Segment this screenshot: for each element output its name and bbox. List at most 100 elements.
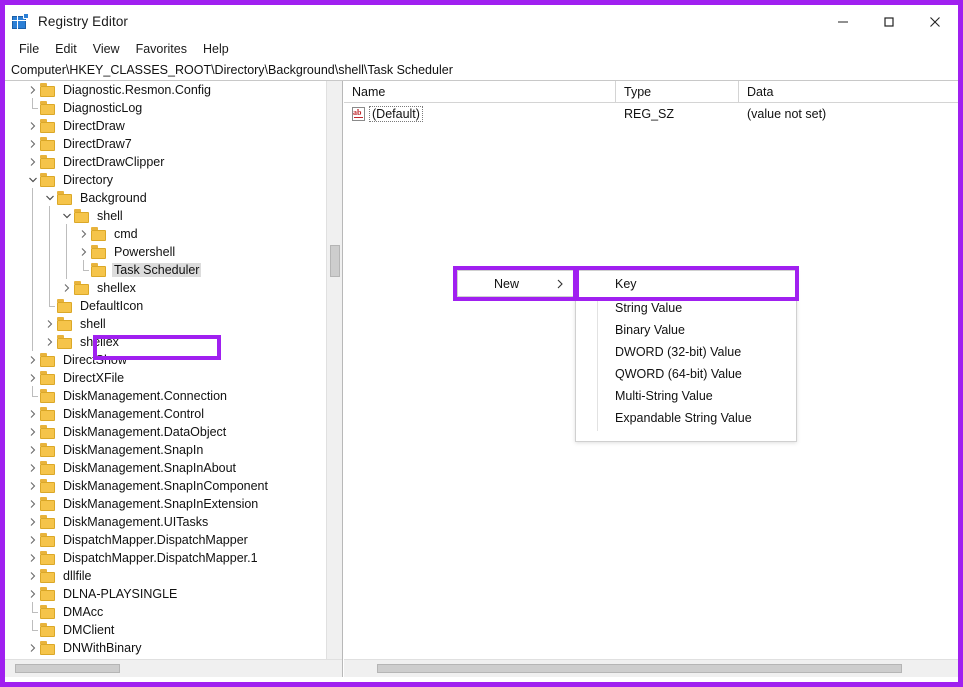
menu-item-file[interactable]: File [11, 40, 47, 58]
tree-vertical-scrollbar[interactable] [326, 81, 342, 659]
table-row[interactable]: ab (Default) REG_SZ (value not set) [344, 103, 958, 125]
folder-icon [57, 191, 74, 205]
tree-item-dllfile[interactable]: dllfile [5, 567, 327, 585]
tree-horizontal-scrollbar[interactable] [5, 659, 342, 677]
tree-item-cmd[interactable]: cmd [5, 224, 327, 243]
tree-vertical-scroll-thumb[interactable] [330, 245, 340, 277]
minimize-button[interactable] [820, 5, 866, 38]
tree-item-diskmanagement-snapin[interactable]: DiskManagement.SnapIn [5, 441, 327, 459]
tree-item-diskmanagement-snapinextension[interactable]: DiskManagement.SnapInExtension [5, 495, 327, 513]
chevron-right-icon[interactable] [25, 81, 40, 99]
tree-item-powershell[interactable]: Powershell [5, 242, 327, 261]
submenu-item-qword-64bit-value[interactable]: QWORD (64-bit) Value [576, 363, 796, 385]
chevron-right-icon[interactable] [76, 225, 91, 243]
tree-item-diskmanagement-snapinabout[interactable]: DiskManagement.SnapInAbout [5, 459, 327, 477]
values-column-headers: Name Type Data [344, 81, 958, 103]
tree-item-directdraw[interactable]: DirectDraw [5, 117, 327, 135]
chevron-right-icon[interactable] [25, 351, 40, 369]
chevron-right-icon[interactable] [76, 243, 91, 261]
tree-item-diskmanagement-dataobject[interactable]: DiskManagement.DataObject [5, 423, 327, 441]
tree-item-diskmanagement-uitasks[interactable]: DiskManagement.UITasks [5, 513, 327, 531]
tree-item-diagnostic-resmon-config[interactable]: Diagnostic.Resmon.Config [5, 81, 327, 99]
submenu-item-dword-32bit-value[interactable]: DWORD (32-bit) Value [576, 341, 796, 363]
chevron-right-icon[interactable] [25, 117, 40, 135]
chevron-down-icon[interactable] [25, 171, 40, 189]
tree-item-shell[interactable]: shell [5, 206, 327, 225]
tree-item-shellex[interactable]: shellex [5, 332, 327, 351]
tree-item-dmacc[interactable]: DMAcc [5, 602, 327, 621]
chevron-right-icon[interactable] [25, 531, 40, 549]
values-horizontal-scroll-thumb[interactable] [377, 664, 902, 673]
tree-item-diskmanagement-connection[interactable]: DiskManagement.Connection [5, 386, 327, 405]
chevron-right-icon[interactable] [25, 369, 40, 387]
submenu-item-binary-value[interactable]: Binary Value [576, 319, 796, 341]
menu-item-help[interactable]: Help [195, 40, 237, 58]
chevron-right-icon[interactable] [25, 405, 40, 423]
maximize-button[interactable] [866, 5, 912, 38]
menu-item-favorites[interactable]: Favorites [128, 40, 195, 58]
tree-item-directshow[interactable]: DirectShow [5, 351, 327, 369]
chevron-down-icon[interactable] [59, 207, 74, 225]
tree-item-directdrawclipper[interactable]: DirectDrawClipper [5, 153, 327, 171]
chevron-right-icon[interactable] [25, 153, 40, 171]
column-header-data[interactable]: Data [739, 81, 958, 103]
tree-item-label: dllfile [63, 569, 92, 583]
tree-item-diskmanagement-control[interactable]: DiskManagement.Control [5, 405, 327, 423]
submenu-item-string-value[interactable]: String Value [576, 297, 796, 319]
registry-tree[interactable]: Diagnostic.Resmon.Config DiagnosticLog Dir… [5, 81, 327, 659]
chevron-right-icon[interactable] [25, 639, 40, 657]
tree-item-defaulticon[interactable]: DefaultIcon [5, 296, 327, 315]
tree-item-dnwithbinary[interactable]: DNWithBinary [5, 639, 327, 657]
tree-item-dlna-playsingle[interactable]: DLNA-PLAYSINGLE [5, 585, 327, 603]
tree-leaf-connector [25, 386, 40, 405]
tree-item-shell[interactable]: shell [5, 314, 327, 333]
tree-item-directory[interactable]: Directory [5, 171, 327, 189]
submenu-item-multi-string-value[interactable]: Multi-String Value [576, 385, 796, 407]
chevron-right-icon[interactable] [25, 585, 40, 603]
chevron-right-icon[interactable] [25, 459, 40, 477]
address-bar[interactable]: Computer\HKEY_CLASSES_ROOT\Directory\Bac… [5, 59, 958, 81]
submenu-item-key[interactable]: Key [576, 271, 796, 297]
close-button[interactable] [912, 5, 958, 38]
tree-item-diskmanagement-snapincomponent[interactable]: DiskManagement.SnapInComponent [5, 477, 327, 495]
tree-item-label: shell [97, 209, 123, 223]
chevron-right-icon[interactable] [25, 567, 40, 585]
chevron-right-icon[interactable] [25, 495, 40, 513]
chevron-right-icon[interactable] [42, 333, 57, 351]
tree-item-shellex[interactable]: shellex [5, 278, 327, 297]
context-menu-item-new[interactable]: New [457, 270, 575, 297]
chevron-down-icon[interactable] [42, 189, 57, 207]
chevron-right-icon[interactable] [25, 513, 40, 531]
tree-item-task-scheduler[interactable]: Task Scheduler [5, 260, 327, 279]
chevron-right-icon[interactable] [25, 423, 40, 441]
values-horizontal-scrollbar[interactable] [344, 659, 958, 677]
tree-item-dispatchmapper-dispatchmapper-1[interactable]: DispatchMapper.DispatchMapper.1 [5, 549, 327, 567]
submenu-item-expandable-string-value[interactable]: Expandable String Value [576, 407, 796, 429]
chevron-right-icon[interactable] [25, 549, 40, 567]
column-header-type[interactable]: Type [616, 81, 739, 103]
chevron-right-icon[interactable] [25, 441, 40, 459]
column-header-name[interactable]: Name [344, 81, 616, 103]
chevron-right-icon[interactable] [25, 477, 40, 495]
tree-item-background[interactable]: Background [5, 188, 327, 207]
tree-item-directdraw7[interactable]: DirectDraw7 [5, 135, 327, 153]
chevron-right-icon[interactable] [42, 315, 57, 333]
chevron-right-icon[interactable] [59, 279, 74, 297]
tree-item-dispatchmapper-dispatchmapper[interactable]: DispatchMapper.DispatchMapper [5, 531, 327, 549]
values-list: ab (Default) REG_SZ (value not set) [344, 103, 958, 125]
tree-item-dmclient[interactable]: DMClient [5, 620, 327, 639]
tree-item-diagnosticlog[interactable]: DiagnosticLog [5, 98, 327, 117]
chevron-right-icon[interactable] [25, 135, 40, 153]
menu-item-view[interactable]: View [85, 40, 128, 58]
tree-item-directxfile[interactable]: DirectXFile [5, 369, 327, 387]
tree-horizontal-scroll-thumb[interactable] [15, 664, 120, 673]
menu-item-edit[interactable]: Edit [47, 40, 85, 58]
registry-editor-window: Registry Editor File Edit View Favorites… [0, 0, 963, 687]
